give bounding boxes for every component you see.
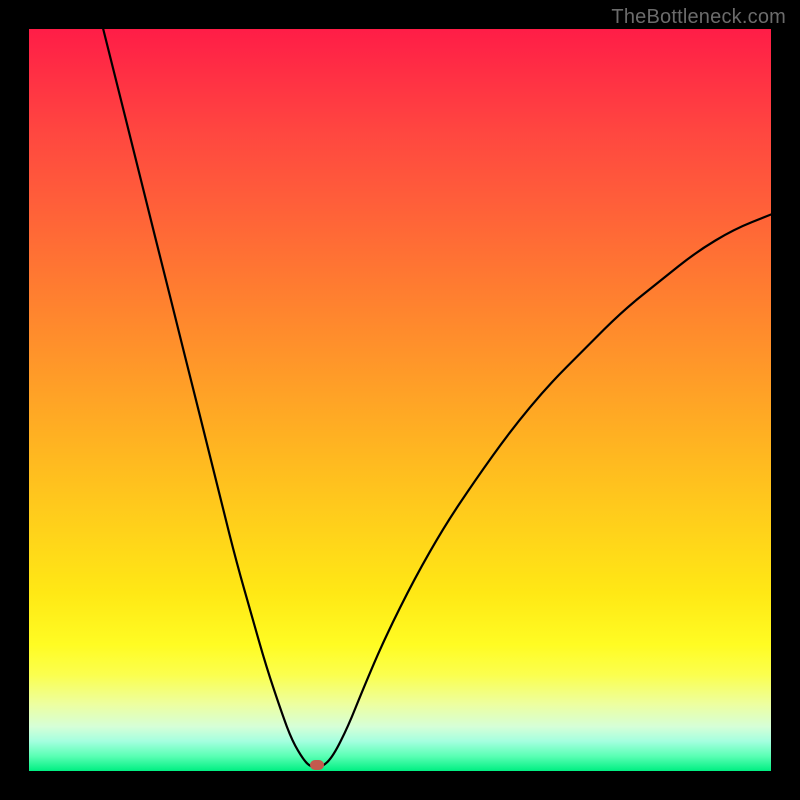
watermark-text: TheBottleneck.com: [611, 6, 786, 29]
chart-frame: TheBottleneck.com: [0, 0, 800, 800]
curve-layer: [29, 29, 771, 771]
optimal-marker: [310, 760, 324, 770]
plot-area: [29, 29, 771, 771]
bottleneck-curve: [103, 29, 771, 767]
